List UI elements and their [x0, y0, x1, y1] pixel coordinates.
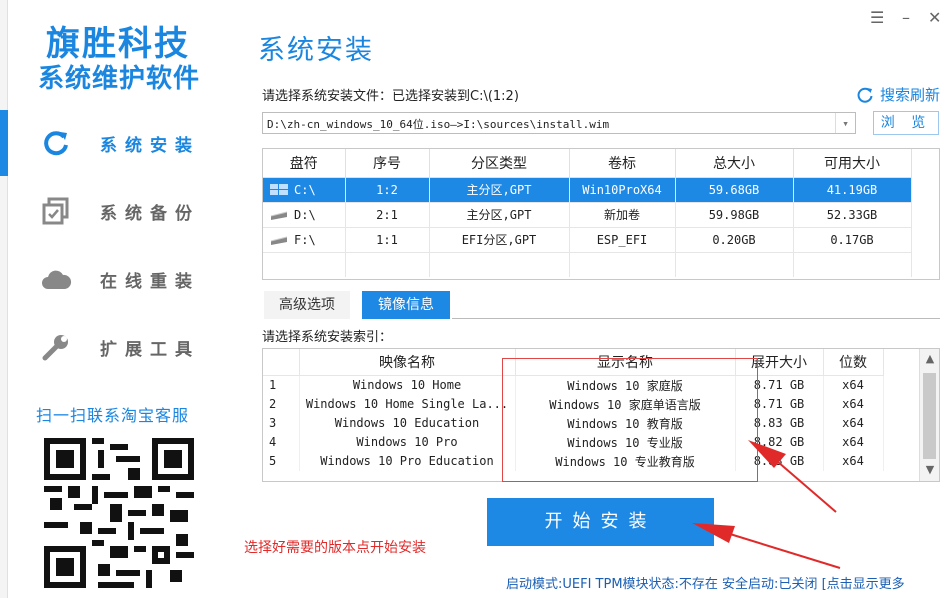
annotation-arrow-to-table: [748, 440, 837, 513]
status-bar[interactable]: 启动模式:UEFI TPM模块状态:不存在 安全启动:已关闭 [点击显示更多: [506, 573, 905, 592]
annotation-arrows: [692, 440, 841, 569]
annotation-arrow-to-button: [692, 523, 841, 569]
annotation-hint-text: 选择好需要的版本点开始安装: [244, 540, 426, 556]
